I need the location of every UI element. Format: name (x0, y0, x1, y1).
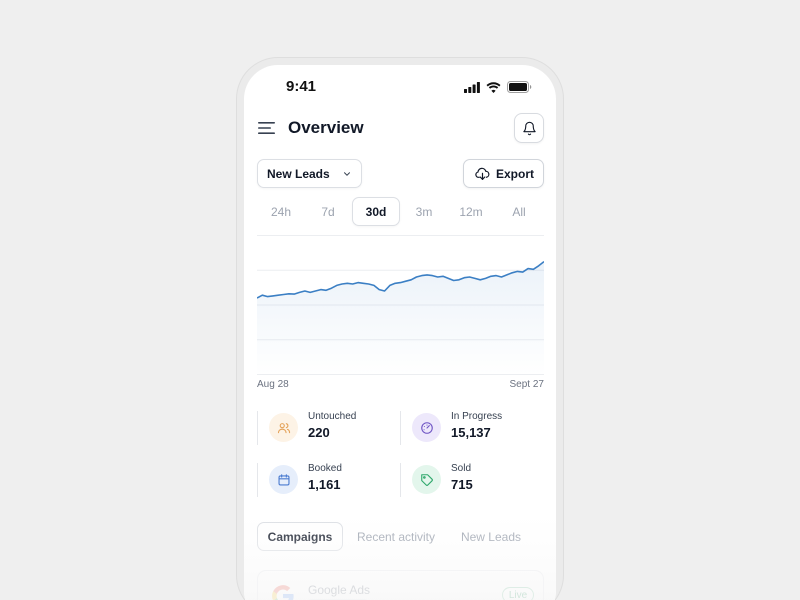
stat-label: Booked (308, 463, 342, 474)
leads-chart (257, 235, 544, 375)
stat-value: 15,137 (451, 425, 491, 440)
google-logo-icon (272, 585, 294, 600)
notifications-button[interactable] (514, 113, 544, 143)
app-screen: 9:41 Overview New Leads Export 24h 7d 30… (244, 65, 556, 600)
wifi-icon (486, 81, 501, 93)
signal-icon (464, 81, 480, 93)
stat-divider (400, 463, 401, 497)
stat-label: In Progress (451, 411, 503, 422)
stat-icon-badge (412, 465, 441, 494)
stat-booked[interactable]: Booked 1,161 (257, 463, 397, 505)
stat-sold[interactable]: Sold 715 (400, 463, 540, 505)
tag-icon (420, 473, 433, 486)
battery-icon (507, 81, 532, 93)
export-label: Export (496, 166, 535, 181)
bell-icon (522, 121, 536, 135)
users-icon (277, 422, 290, 433)
stat-icon-badge (412, 413, 441, 442)
stat-value: 715 (451, 477, 473, 492)
status-badge: Live (502, 587, 534, 600)
stat-in-progress[interactable]: In Progress 15,137 (400, 411, 540, 453)
status-icons (464, 81, 532, 93)
gauge-icon (420, 421, 433, 434)
stat-icon-badge (269, 465, 298, 494)
menu-icon[interactable] (258, 121, 276, 135)
tab-campaigns[interactable]: Campaigns (257, 522, 343, 551)
stat-label: Sold (451, 463, 472, 474)
stat-value: 1,161 (308, 477, 341, 492)
range-tab-3m[interactable]: 3m (400, 197, 448, 226)
range-tab-30d[interactable]: 30d (352, 197, 400, 226)
stat-untouched[interactable]: Untouched 220 (257, 411, 397, 453)
stat-value: 220 (308, 425, 330, 440)
dropdown-label: New Leads (267, 166, 330, 181)
stat-divider (400, 411, 401, 445)
range-tab-7d[interactable]: 7d (304, 197, 352, 226)
chevron-down-icon (344, 172, 350, 176)
calendar-icon (277, 473, 290, 486)
chart-x-end-label: Sept 27 (509, 379, 544, 390)
range-tab-24h[interactable]: 24h (257, 197, 305, 226)
campaign-card[interactable]: Google Ads Live (257, 570, 544, 600)
tab-recent-activity[interactable]: Recent activity (349, 522, 443, 551)
stat-divider (257, 411, 258, 445)
range-tab-all[interactable]: All (495, 197, 543, 226)
section-tabs: Campaigns Recent activity New Leads (257, 522, 545, 551)
export-button[interactable]: Export (463, 159, 544, 188)
chart-area (257, 261, 544, 375)
lead-type-dropdown[interactable]: New Leads (257, 159, 362, 188)
tab-new-leads[interactable]: New Leads (450, 522, 532, 551)
cloud-download-icon (475, 167, 490, 180)
stat-divider (257, 463, 258, 497)
stat-icon-badge (269, 413, 298, 442)
campaign-name: Google Ads (308, 583, 371, 597)
chart-x-start-label: Aug 28 (257, 379, 289, 390)
status-time: 9:41 (286, 78, 317, 95)
page-title: Overview (288, 118, 364, 137)
stat-label: Untouched (308, 411, 357, 422)
range-tab-12m[interactable]: 12m (447, 197, 495, 226)
time-range-tabs: 24h 7d 30d 3m 12m All (257, 197, 545, 226)
